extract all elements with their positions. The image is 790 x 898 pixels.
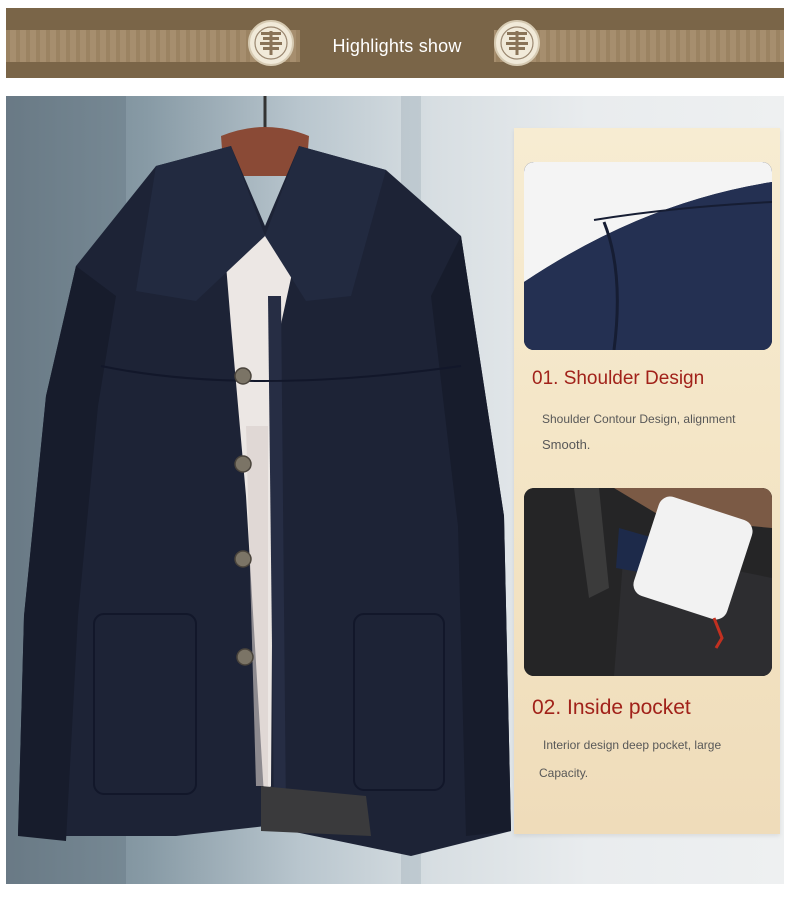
longevity-medallion-icon [494, 20, 540, 66]
shoulder-detail-image [524, 162, 772, 350]
feature-title-shoulder: 01. Shoulder Design [532, 368, 705, 389]
feature-card: 01. Shoulder Design Shoulder Contour Des… [514, 128, 780, 834]
longevity-medallion-icon [248, 20, 294, 66]
banner-title: Highlights show [332, 36, 462, 56]
feature-desc-shoulder-line2: Smooth. [542, 437, 591, 452]
feature-desc-pocket-line1: Interior design deep pocket, large [543, 738, 722, 752]
feature-desc-pocket-line2: Capacity. [539, 766, 589, 780]
feature-title-pocket: 02. Inside pocket [532, 696, 691, 719]
feature-desc-shoulder-line1: Shoulder Contour Design, alignment [542, 412, 736, 426]
header-banner: Highlights show [6, 8, 784, 78]
inside-pocket-detail-image [524, 488, 772, 676]
